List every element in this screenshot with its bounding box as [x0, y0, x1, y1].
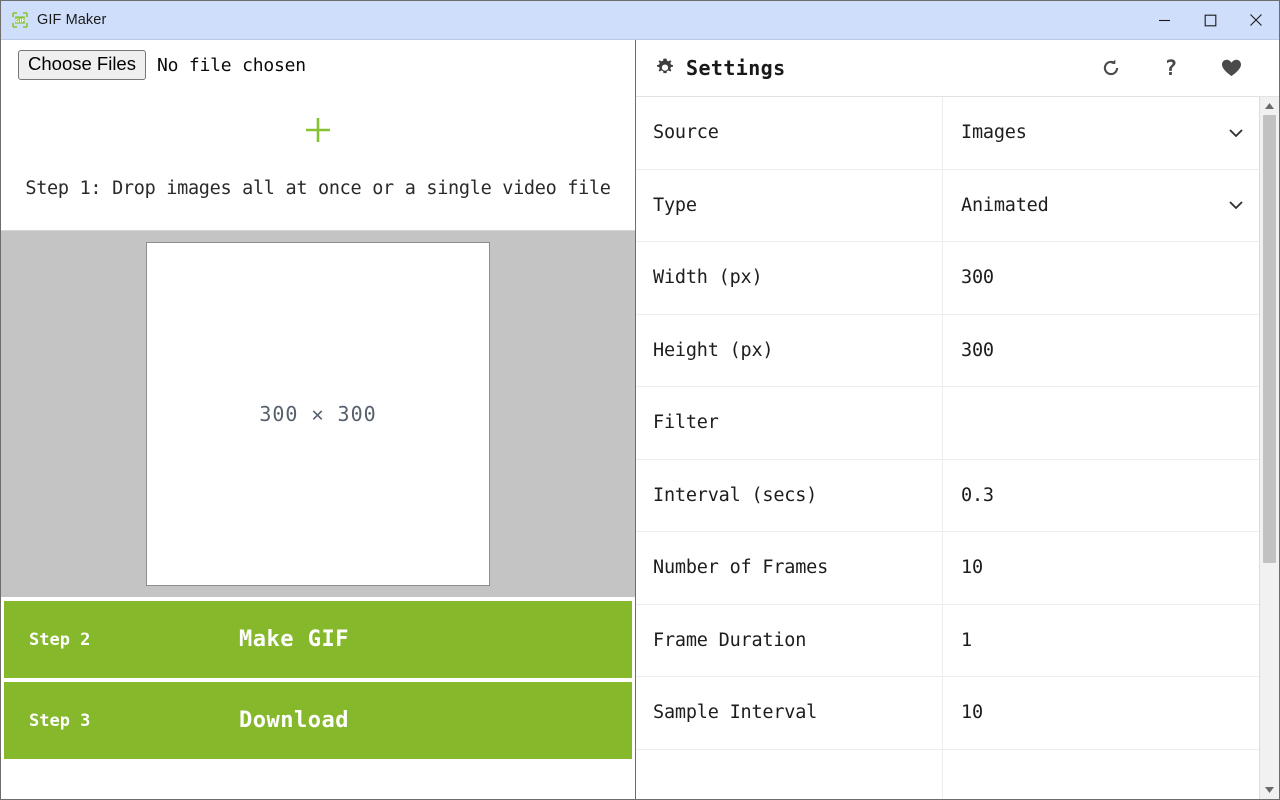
- download-button[interactable]: Step 3 Download: [4, 682, 632, 759]
- setting-value-cell[interactable]: Animated: [943, 170, 1259, 242]
- setting-row[interactable]: Type Animated: [636, 169, 1259, 242]
- file-input-row: Choose Files No file chosen: [1, 40, 635, 90]
- close-button[interactable]: [1233, 1, 1279, 40]
- window-controls: [1141, 1, 1279, 40]
- setting-value: Images: [961, 122, 1027, 144]
- main-content: Choose Files No file chosen Step 1: Drop…: [1, 40, 1279, 799]
- left-panel: Choose Files No file chosen Step 1: Drop…: [1, 40, 636, 799]
- setting-value: 300: [961, 267, 994, 289]
- setting-key: Sample Interval: [636, 677, 943, 749]
- setting-row[interactable]: Frame Duration 1: [636, 604, 1259, 677]
- setting-value: 300: [961, 339, 994, 361]
- setting-value-cell[interactable]: 10: [943, 532, 1259, 604]
- file-dropzone[interactable]: Step 1: Drop images all at once or a sin…: [1, 90, 635, 231]
- scroll-up-arrow-icon[interactable]: [1260, 97, 1279, 115]
- step-3-label: Step 3: [29, 710, 91, 731]
- title-bar: GIF GIF Maker: [1, 1, 1279, 40]
- setting-row[interactable]: Source Images: [636, 97, 1259, 170]
- plus-icon: [302, 114, 334, 146]
- preview-canvas[interactable]: 300 ✕ 300: [146, 242, 490, 586]
- preview-area: 300 ✕ 300: [1, 231, 635, 597]
- setting-key: Interval (secs): [636, 459, 943, 531]
- setting-value: Animated: [961, 194, 1049, 216]
- setting-key: Source: [636, 97, 943, 169]
- setting-row[interactable]: Number of Frames 10: [636, 532, 1259, 605]
- gear-icon: [654, 57, 676, 79]
- gif-app-icon: GIF: [11, 11, 29, 29]
- setting-key: Height (px): [636, 314, 943, 386]
- settings-panel: Settings ? Source Images Type Animated W…: [636, 40, 1279, 799]
- settings-header-actions: ?: [1081, 48, 1261, 88]
- make-gif-label: Make GIF: [239, 627, 349, 652]
- setting-value: 10: [961, 702, 983, 724]
- scroll-down-arrow-icon[interactable]: [1260, 781, 1279, 799]
- setting-row[interactable]: Filter: [636, 387, 1259, 460]
- setting-value-cell[interactable]: 10: [943, 677, 1259, 749]
- window-title: GIF Maker: [37, 12, 107, 28]
- setting-value: 0.3: [961, 484, 994, 506]
- setting-key: Frame Duration: [636, 604, 943, 676]
- settings-header: Settings ?: [636, 40, 1279, 97]
- maximize-button[interactable]: [1187, 1, 1233, 40]
- setting-key: Width (px): [636, 242, 943, 314]
- choose-files-button[interactable]: Choose Files: [18, 50, 146, 80]
- refresh-icon[interactable]: [1081, 48, 1141, 88]
- setting-value-cell[interactable]: [943, 750, 1259, 800]
- chevron-down-icon: [1229, 129, 1243, 137]
- settings-scroll-region: Source Images Type Animated Width (px) 300 Hei…: [636, 97, 1279, 799]
- scrollbar-thumb[interactable]: [1263, 115, 1276, 563]
- settings-title: Settings: [686, 56, 786, 80]
- gif-maker-window: GIF GIF Maker Choose Files No file chose…: [0, 0, 1280, 800]
- setting-row[interactable]: [636, 749, 1259, 800]
- chevron-down-icon: [1229, 201, 1243, 210]
- help-icon[interactable]: ?: [1141, 48, 1201, 88]
- setting-value-cell[interactable]: 0.3: [943, 460, 1259, 532]
- setting-value: 10: [961, 557, 983, 579]
- minimize-button[interactable]: [1141, 1, 1187, 40]
- dropzone-label: Step 1: Drop images all at once or a sin…: [25, 178, 611, 199]
- setting-row[interactable]: Width (px) 300: [636, 242, 1259, 315]
- file-status-text: No file chosen: [156, 54, 306, 76]
- setting-value-cell[interactable]: 300: [943, 242, 1259, 314]
- svg-text:GIF: GIF: [15, 18, 25, 24]
- setting-key: [636, 749, 943, 799]
- setting-key: Type: [636, 169, 943, 241]
- setting-value-cell[interactable]: 1: [943, 605, 1259, 677]
- setting-row[interactable]: Sample Interval 10: [636, 677, 1259, 750]
- download-label: Download: [239, 708, 349, 733]
- settings-list: Source Images Type Animated Width (px) 300 Hei…: [636, 97, 1259, 799]
- preview-dimensions-label: 300 ✕ 300: [259, 402, 377, 426]
- setting-row[interactable]: Interval (secs) 0.3: [636, 459, 1259, 532]
- make-gif-button[interactable]: Step 2 Make GIF: [4, 601, 632, 678]
- setting-value-cell[interactable]: Images: [943, 97, 1259, 169]
- setting-value-cell[interactable]: 300: [943, 315, 1259, 387]
- setting-key: Filter: [636, 387, 943, 459]
- setting-key: Number of Frames: [636, 532, 943, 604]
- setting-value: 1: [961, 629, 972, 651]
- step-2-label: Step 2: [29, 629, 91, 650]
- setting-row[interactable]: Height (px) 300: [636, 314, 1259, 387]
- setting-value-cell[interactable]: [943, 387, 1259, 459]
- settings-scrollbar[interactable]: [1259, 97, 1279, 799]
- favorite-heart-icon[interactable]: [1201, 48, 1261, 88]
